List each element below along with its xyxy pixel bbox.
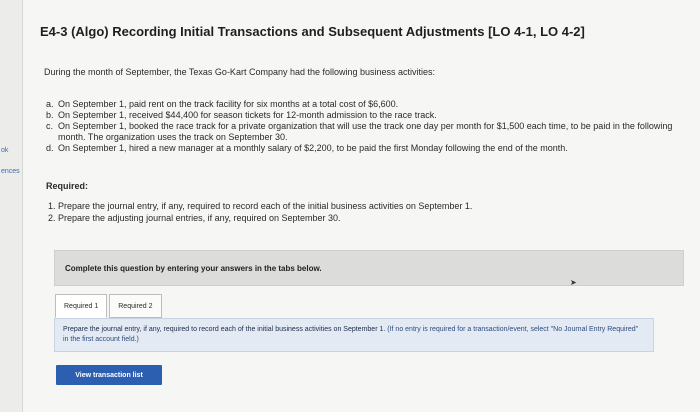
activity-text: On September 1, booked the race track fo… (58, 121, 673, 142)
instructions-main: Prepare the journal entry, if any, requi… (63, 326, 386, 333)
required-item: 1. Prepare the journal entry, if any, re… (48, 201, 473, 211)
activity-text: On September 1, hired a new manager at a… (58, 143, 568, 153)
activity-item: d. On September 1, hired a new manager a… (46, 143, 676, 154)
activity-letter: b. (46, 110, 54, 120)
page-title: E4-3 (Algo) Recording Initial Transactio… (40, 24, 585, 39)
sidebar-label-ences[interactable]: ences (1, 168, 20, 175)
instructions-panel: Prepare the journal entry, if any, requi… (54, 318, 654, 352)
activity-item: b. On September 1, received $44,400 for … (46, 110, 676, 121)
required-heading: Required: (46, 181, 89, 191)
activities-list: a. On September 1, paid rent on the trac… (46, 99, 676, 154)
required-item: 2. Prepare the adjusting journal entries… (48, 213, 341, 223)
complete-question-text: Complete this question by entering your … (65, 264, 322, 273)
sidebar-label-ok[interactable]: ok (1, 147, 8, 154)
answer-tabs: Required 1 Required 2 (55, 294, 164, 318)
activity-item: a. On September 1, paid rent on the trac… (46, 99, 676, 110)
tab-required-2[interactable]: Required 2 (109, 294, 162, 318)
view-transaction-list-button[interactable]: View transaction list (56, 365, 162, 385)
tab-required-1[interactable]: Required 1 (55, 294, 108, 318)
activity-text: On September 1, paid rent on the track f… (58, 99, 399, 109)
intro-text: During the month of September, the Texas… (44, 67, 436, 77)
activity-letter: c. (46, 121, 54, 131)
activity-letter: a. (46, 99, 54, 109)
complete-question-banner: Complete this question by entering your … (54, 250, 684, 287)
activity-letter: d. (46, 143, 54, 153)
left-sidebar-strip: ok ences (0, 0, 23, 412)
activity-item: c. On September 1, booked the race track… (46, 121, 676, 143)
activity-text: On September 1, received $44,400 for sea… (58, 110, 437, 120)
required-list: 1. Prepare the journal entry, if any, re… (48, 200, 472, 224)
mouse-cursor-icon: ➤ (570, 278, 577, 287)
